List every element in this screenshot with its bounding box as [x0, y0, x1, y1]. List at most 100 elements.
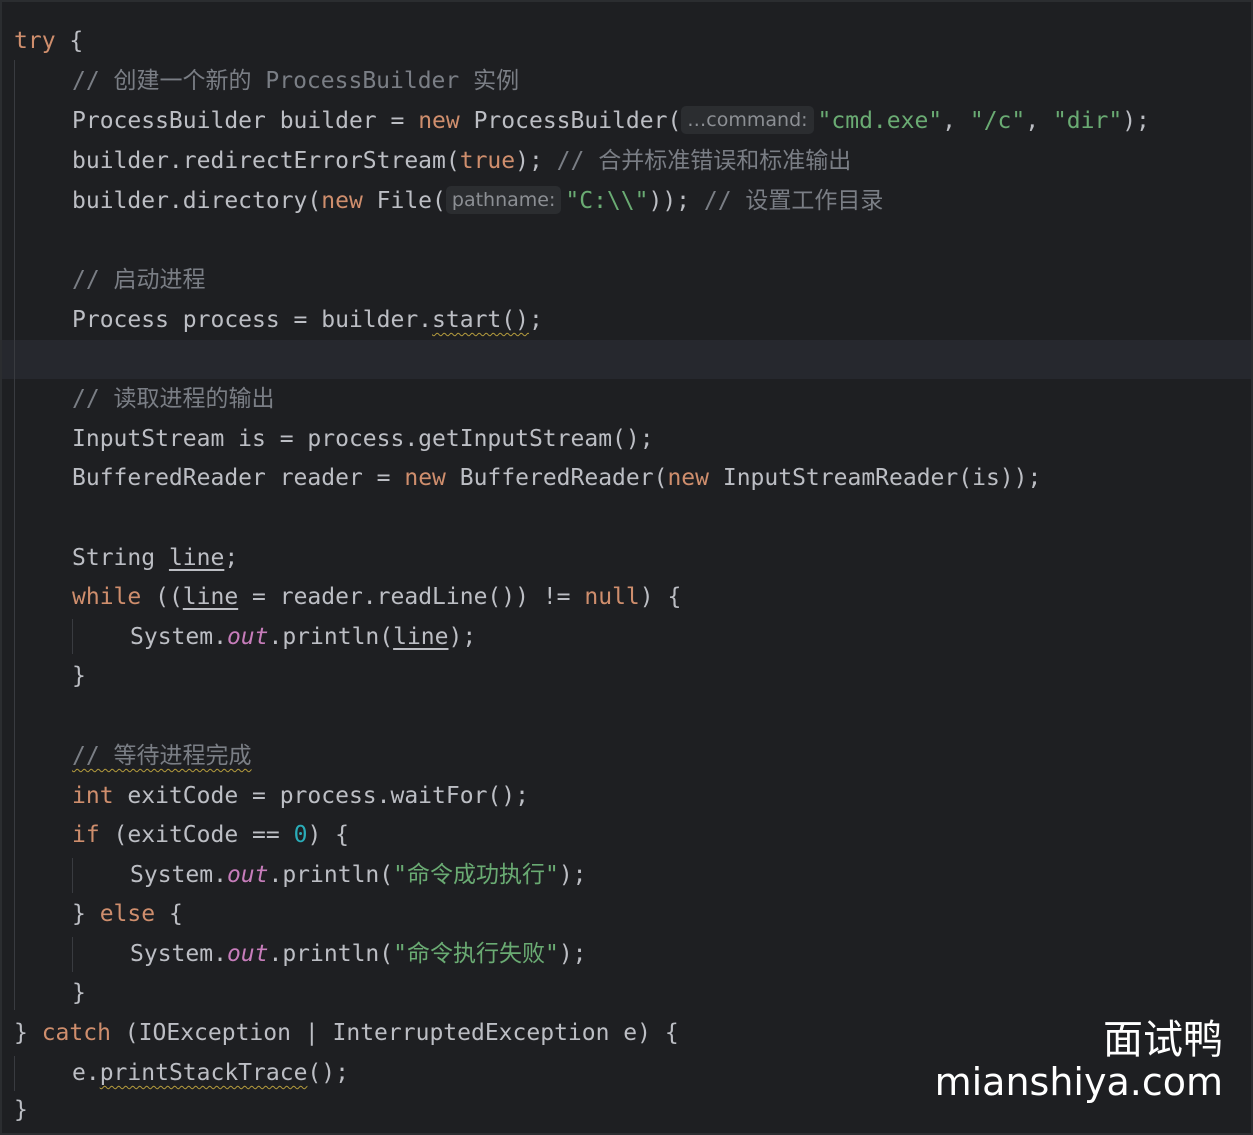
- code-line[interactable]: // 读取进程的输出: [2, 379, 1253, 419]
- reassigned-variable: line: [393, 624, 449, 650]
- code-text: exitCode = process.waitFor();: [113, 783, 529, 809]
- keyword: true: [459, 148, 516, 174]
- code-text: ));: [648, 188, 704, 214]
- code-text: InputStream is = process.getInputStream(…: [72, 426, 654, 452]
- static-field: out: [226, 624, 269, 650]
- code-editor[interactable]: try { // 创建一个新的 ProcessBuilder 实例 Proces…: [0, 0, 1253, 1135]
- code-line[interactable]: BufferedReader reader = new BufferedRead…: [2, 458, 1253, 498]
- string-literal: "命令成功执行": [393, 862, 559, 888]
- code-text: {: [55, 28, 84, 54]
- code-line[interactable]: } else {: [2, 894, 1253, 934]
- code-text: ,: [942, 108, 970, 134]
- code-text: ();: [307, 1060, 349, 1086]
- code-line[interactable]: // 等待进程完成: [2, 736, 1253, 776]
- code-line[interactable]: InputStream is = process.getInputStream(…: [2, 419, 1253, 459]
- keyword: null: [584, 584, 640, 610]
- comment: // 合并标准错误和标准输出: [556, 148, 852, 174]
- code-line[interactable]: System.out.println("命令成功执行");: [2, 855, 1253, 895]
- code-line[interactable]: int exitCode = process.waitFor();: [2, 776, 1253, 816]
- warning-highlight[interactable]: printStackTrace: [100, 1060, 308, 1086]
- keyword: new: [321, 188, 363, 214]
- string-literal: "/c": [969, 108, 1026, 134]
- code-text: );: [515, 148, 557, 174]
- static-field: out: [226, 941, 269, 967]
- string-literal: "dir": [1052, 108, 1123, 134]
- code-line[interactable]: }: [2, 656, 1253, 696]
- static-field: out: [226, 862, 269, 888]
- code-line[interactable]: Process process = builder.start();: [2, 300, 1253, 340]
- keyword: try: [14, 28, 56, 54]
- code-text: Process process = builder.: [72, 307, 433, 333]
- code-text: }: [72, 901, 100, 927]
- code-line[interactable]: // 启动进程: [2, 260, 1253, 300]
- string-literal: "cmd.exe": [817, 108, 943, 134]
- code-text: ;: [528, 307, 543, 333]
- code-line[interactable]: System.out.println("命令执行失败");: [2, 934, 1253, 974]
- code-text: }: [14, 1097, 28, 1123]
- code-text: );: [448, 624, 477, 650]
- code-line[interactable]: // 创建一个新的 ProcessBuilder 实例: [2, 61, 1253, 101]
- parameter-hint: pathname:: [445, 186, 562, 214]
- code-line[interactable]: builder.directory(new File(pathname: "C:\…: [2, 181, 1253, 221]
- keyword: catch: [41, 1020, 111, 1046]
- reassigned-variable: line: [168, 545, 225, 571]
- code-text: ProcessBuilder(: [459, 108, 682, 134]
- comment: // 启动进程: [72, 267, 206, 293]
- code-line[interactable]: String line;: [2, 538, 1253, 578]
- code-text: File(: [362, 188, 446, 214]
- code-line[interactable]: ProcessBuilder builder = new ProcessBuil…: [2, 101, 1253, 141]
- code-text: (exitCode ==: [99, 822, 294, 848]
- keyword: new: [418, 108, 460, 134]
- code-text: (IOException | InterruptedException e) {: [110, 1020, 679, 1046]
- code-text: ((: [141, 584, 183, 610]
- code-text: InputStreamReader(is));: [709, 465, 1042, 491]
- keyword: if: [72, 822, 100, 848]
- code-text: );: [558, 862, 587, 888]
- comment: // 创建一个新的 ProcessBuilder 实例: [72, 68, 520, 94]
- code-line[interactable]: }: [2, 973, 1253, 1013]
- keyword: int: [72, 783, 114, 809]
- code-text: String: [72, 545, 169, 571]
- code-text: }: [72, 980, 86, 1006]
- code-text: BufferedReader reader =: [72, 465, 405, 491]
- comment: // 设置工作目录: [703, 188, 884, 214]
- code-text: );: [1122, 108, 1150, 134]
- code-text: .println(: [268, 941, 394, 967]
- code-line[interactable]: try {: [2, 21, 1253, 61]
- code-text: e.: [72, 1060, 100, 1086]
- code-text: ProcessBuilder builder =: [72, 108, 419, 134]
- reassigned-variable: line: [182, 584, 239, 610]
- keyword: else: [99, 901, 156, 927]
- string-literal: "命令执行失败": [393, 941, 559, 967]
- code-text: builder.redirectErrorStream(: [72, 148, 460, 174]
- comment: // 等待进程完成: [72, 743, 252, 769]
- current-line-highlight: [2, 340, 1251, 379]
- code-text: {: [155, 901, 183, 927]
- code-text: ;: [224, 545, 239, 571]
- watermark-brand: 面试鸭: [1103, 1017, 1223, 1063]
- keyword: while: [72, 584, 142, 610]
- code-text: System.: [130, 862, 227, 888]
- warning-highlight[interactable]: start(): [432, 307, 529, 333]
- watermark-url: mianshiya.com: [934, 1060, 1223, 1104]
- code-text: ,: [1025, 108, 1053, 134]
- code-line[interactable]: builder.redirectErrorStream(true); // 合并…: [2, 141, 1253, 181]
- code-line[interactable]: System.out.println(line);: [2, 617, 1253, 657]
- code-text: System.: [130, 624, 227, 650]
- code-text: ) {: [307, 822, 349, 848]
- code-line[interactable]: if (exitCode == 0) {: [2, 815, 1253, 855]
- comment: // 读取进程的输出: [72, 386, 275, 412]
- code-line[interactable]: while ((line = reader.readLine()) != nul…: [2, 577, 1253, 617]
- string-literal: "C:\\": [565, 188, 649, 214]
- code-text: .println(: [268, 862, 394, 888]
- code-text: ) {: [639, 584, 682, 610]
- code-text: System.: [130, 941, 227, 967]
- code-text: .println(: [268, 624, 394, 650]
- keyword: new: [404, 465, 446, 491]
- number-literal: 0: [293, 822, 308, 848]
- code-text: }: [14, 1020, 42, 1046]
- code-line[interactable]: } catch (IOException | InterruptedExcept…: [2, 1013, 1253, 1053]
- code-text: = reader.readLine()) !=: [238, 584, 585, 610]
- code-text: BufferedReader(: [445, 465, 668, 491]
- code-text: }: [72, 663, 86, 689]
